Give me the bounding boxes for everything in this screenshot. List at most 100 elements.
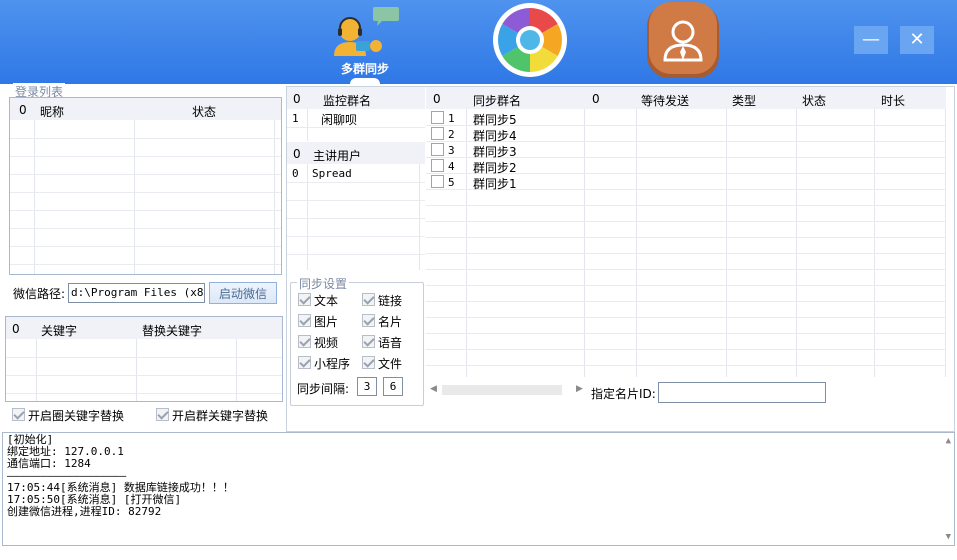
column-header-status: 状态 [192,105,217,119]
grid-line [726,109,727,377]
log-line: 创建微信进程,进程ID: 82792 [7,505,162,518]
close-button[interactable]: ✕ [900,26,934,54]
grid-line [874,109,875,377]
card-id-label: 指定名片ID: [591,387,656,401]
wechat-path-input[interactable]: d:\Program Files (x86)\ [68,283,205,303]
sync-video-label: 视频 [314,336,339,350]
keyword-table[interactable]: 0 关键字 替换关键字 [5,316,283,402]
column-header-main-speaker: 主讲用户 [313,149,362,163]
sync-group-row-name[interactable]: 群同步5 [473,111,517,128]
nav-aperture[interactable] [485,0,575,84]
camera-aperture-icon [493,3,567,77]
sync-group-checkbox[interactable] [431,159,444,172]
group-keyword-replace-checkbox[interactable] [156,408,169,421]
sync-group-checkbox[interactable] [431,143,444,156]
grid-line [426,349,946,350]
sync-group-row-id: 1 [448,112,455,125]
column-header-nickname: 昵称 [40,105,65,119]
scroll-down-icon[interactable]: ▼ [946,531,951,543]
scrollbar-thumb[interactable] [442,385,562,395]
sync-group-row-name[interactable]: 群同步2 [473,159,517,176]
minimize-button[interactable]: — [854,26,888,54]
grid-line [136,339,137,401]
sync-video-checkbox[interactable] [298,335,311,348]
grid-line [426,333,946,334]
log-line: 通信端口: 1284 [7,457,91,470]
monitor-group-row-name[interactable]: 闲聊呗 [321,111,357,128]
sync-group-row-name[interactable]: 群同步3 [473,143,517,160]
sync-link-checkbox[interactable] [362,293,375,306]
grid-line [426,205,946,206]
grid-line [287,254,425,255]
sync-group-row-id: 3 [448,144,455,157]
sync-group-checkbox[interactable] [431,111,444,124]
nav-label: 多群同步 [340,62,389,76]
group-keyword-replace-label: 开启群关键字替换 [172,409,269,423]
scroll-left-icon[interactable]: ◀ [430,384,437,394]
grid-line [287,127,425,128]
scroll-up-icon[interactable]: ▲ [946,435,951,447]
grid-line [466,109,467,377]
nav-multi-group-sync[interactable]: 多群同步 [320,0,410,84]
sync-text-checkbox[interactable] [298,293,311,306]
sync-voice-checkbox[interactable] [362,335,375,348]
sync-groups-table[interactable]: 0 同步群名 0 等待发送 类型 状态 时长 1 群同步5 2 群同步4 3 群… [426,87,946,377]
grid-line [10,210,281,211]
grid-line [274,120,275,274]
grid-line [426,253,946,254]
sync-text-label: 文本 [314,294,339,308]
grid-line [6,393,282,394]
card-id-input[interactable] [658,382,826,403]
monitor-groups-table[interactable]: 0 监控群名 1 闲聊呗 [287,87,425,141]
grid-line [636,109,637,377]
sync-group-checkbox[interactable] [431,175,444,188]
person-avatar-icon [647,2,719,78]
grid-line [426,365,946,366]
log-output[interactable]: [初始化] 绑定地址: 127.0.0.1 通信端口: 1284 ———————… [2,432,955,546]
grid-line [426,221,946,222]
sync-group-row-id: 5 [448,176,455,189]
scroll-right-icon[interactable]: ▶ [576,384,583,394]
grid-line [10,192,281,193]
log-line: 绑定地址: 127.0.0.1 [7,445,124,458]
sync-card-label: 名片 [378,315,403,329]
grid-line [10,138,281,139]
circle-keyword-replace-label: 开启圈关键字替换 [28,409,125,423]
column-header: 0 [293,92,301,106]
grid-line [426,285,946,286]
queue-column-header-waiting: 等待发送 [641,94,690,108]
sync-miniprogram-checkbox[interactable] [298,356,311,369]
grid-line [10,228,281,229]
grid-line [584,109,585,377]
grid-line [34,120,35,274]
login-list-table[interactable]: 0 昵称 状态 [9,97,282,275]
sync-card-checkbox[interactable] [362,314,375,327]
queue-column-header-type: 类型 [732,94,757,108]
start-wechat-button[interactable]: 启动微信 [209,282,277,304]
sync-miniprogram-label: 小程序 [314,357,351,371]
sync-image-label: 图片 [314,315,339,329]
sync-link-label: 链接 [378,294,403,308]
sync-interval-min-input[interactable]: 3 [357,377,377,396]
column-header: 0 [12,322,20,336]
circle-keyword-replace-checkbox[interactable] [12,408,25,421]
horizontal-scrollbar[interactable]: ◀ ▶ [428,383,586,397]
nav-profile[interactable] [638,0,728,84]
sync-interval-max-input[interactable]: 6 [383,377,403,396]
column-header-monitor-group: 监控群名 [323,94,372,108]
sync-group-row-id: 2 [448,128,455,141]
main-speaker-row-name[interactable]: Spread [312,167,352,180]
grid-line [134,120,135,274]
sync-group-row-name[interactable]: 群同步1 [473,175,517,192]
sync-file-checkbox[interactable] [362,356,375,369]
sync-group-checkbox[interactable] [431,127,444,140]
main-speakers-table[interactable]: 0 主讲用户 0 Spread [287,142,425,270]
sync-image-checkbox[interactable] [298,314,311,327]
column-header: 0 [19,103,27,117]
sync-file-label: 文件 [378,357,403,371]
queue-column-header-duration: 时长 [881,94,906,108]
monitor-group-row-id: 1 [292,112,299,125]
column-header-sync-group: 同步群名 [473,94,522,108]
grid-line [426,269,946,270]
sync-group-row-name[interactable]: 群同步4 [473,127,517,144]
